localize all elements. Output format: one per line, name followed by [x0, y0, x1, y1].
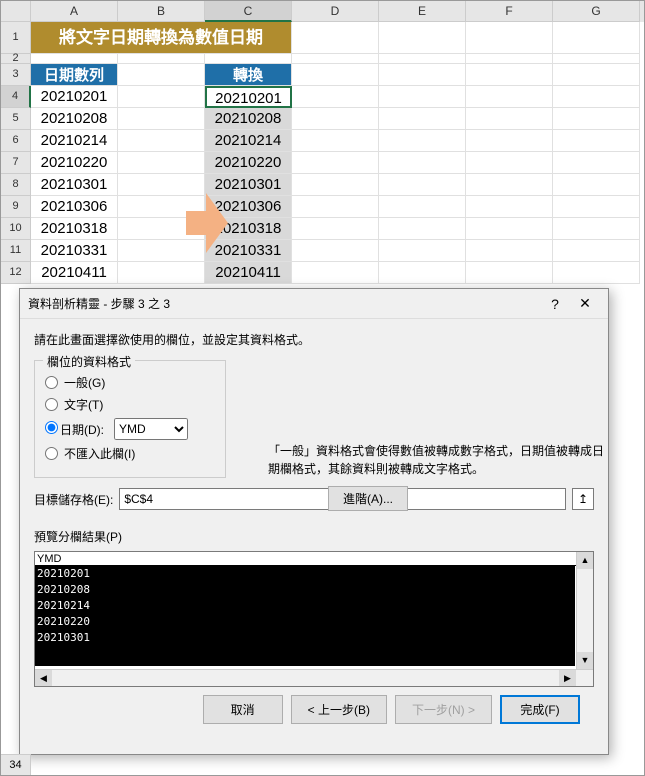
- row-header-4[interactable]: 4: [1, 86, 31, 108]
- row-4: 42021020120210201: [1, 86, 644, 108]
- cell-c4[interactable]: 20210201: [205, 86, 292, 108]
- fieldset-legend: 欄位的資料格式: [43, 353, 135, 370]
- radio-skip[interactable]: 不匯入此欄(I): [45, 445, 215, 462]
- radio-date[interactable]: 日期(D):: [45, 421, 104, 438]
- cell-a6[interactable]: 20210214: [31, 130, 118, 152]
- preview-col-header[interactable]: YMD: [35, 552, 593, 566]
- row-10: 102021031820210318: [1, 218, 644, 240]
- cell-a4[interactable]: 20210201: [31, 86, 118, 108]
- target-label: 目標儲存格(E):: [34, 491, 113, 508]
- col-header-f[interactable]: F: [466, 1, 553, 22]
- advanced-button[interactable]: 進階(A)...: [328, 486, 408, 511]
- scroll-left-icon[interactable]: ◀: [35, 670, 52, 687]
- date-format-select[interactable]: YMD: [114, 418, 188, 440]
- next-button: 下一步(N) >: [395, 695, 492, 724]
- row-header-9[interactable]: 9: [1, 196, 31, 218]
- spreadsheet: A B C D E F G 1 將文字日期轉換為數值日期 2 3 日期數列 轉換…: [1, 1, 644, 284]
- cell-a9[interactable]: 20210306: [31, 196, 118, 218]
- row-header-12[interactable]: 12: [1, 262, 31, 284]
- row-header-5[interactable]: 5: [1, 108, 31, 130]
- col-header-b[interactable]: B: [118, 1, 205, 22]
- col-header-e[interactable]: E: [379, 1, 466, 22]
- col-header-d[interactable]: D: [292, 1, 379, 22]
- row-header-3[interactable]: 3: [1, 64, 31, 86]
- dialog-title: 資料剖析精靈 - 步驟 3 之 3: [28, 295, 540, 312]
- format-info: 「一般」資料格式會使得數值被轉成數字格式，日期值被轉成日期欄格式，其餘資料則被轉…: [268, 442, 608, 511]
- preview-data: 2021020120210208202102142021022020210301: [35, 566, 575, 666]
- row-12: 122021041120210411: [1, 262, 644, 284]
- cancel-button[interactable]: 取消: [203, 695, 283, 724]
- close-button[interactable]: ✕: [570, 295, 600, 312]
- col-header-c[interactable]: C: [205, 1, 292, 22]
- title-banner: 將文字日期轉換為數值日期: [31, 22, 292, 54]
- cell-a11[interactable]: 20210331: [31, 240, 118, 262]
- row-header-11[interactable]: 11: [1, 240, 31, 262]
- row-1: 1 將文字日期轉換為數值日期: [1, 22, 644, 54]
- row-header-7[interactable]: 7: [1, 152, 31, 174]
- row-header-10[interactable]: 10: [1, 218, 31, 240]
- row-header-6[interactable]: 6: [1, 130, 31, 152]
- radio-general[interactable]: 一般(G): [45, 374, 215, 391]
- scroll-down-icon[interactable]: ▼: [577, 652, 593, 669]
- scroll-right-icon[interactable]: ▶: [559, 670, 576, 687]
- col-header-a[interactable]: A: [31, 1, 118, 22]
- scrollbar-vertical[interactable]: ▲ ▼: [576, 552, 593, 669]
- row-9: 92021030620210306: [1, 196, 644, 218]
- preview-box: YMD 202102012021020820210214202102202021…: [34, 551, 594, 687]
- cell-c5[interactable]: 20210208: [205, 108, 292, 130]
- column-headers: A B C D E F G: [1, 1, 644, 22]
- row-11: 112021033120210331: [1, 240, 644, 262]
- row-header-8[interactable]: 8: [1, 174, 31, 196]
- cell-a12[interactable]: 20210411: [31, 262, 118, 284]
- cell-a7[interactable]: 20210220: [31, 152, 118, 174]
- finish-button[interactable]: 完成(F): [500, 695, 580, 724]
- col-header-g[interactable]: G: [553, 1, 640, 22]
- select-all-corner[interactable]: [1, 1, 31, 22]
- help-button[interactable]: ?: [540, 296, 570, 312]
- row-header-2[interactable]: 2: [1, 54, 31, 64]
- text-wizard-dialog: 資料剖析精靈 - 步驟 3 之 3 ? ✕ 請在此畫面選擇欲使用的欄位，並設定其…: [19, 288, 609, 755]
- row-2: 2: [1, 54, 644, 64]
- cell-c12[interactable]: 20210411: [205, 262, 292, 284]
- header-a[interactable]: 日期數列: [31, 64, 118, 86]
- row-5: 52021020820210208: [1, 108, 644, 130]
- cell-a5[interactable]: 20210208: [31, 108, 118, 130]
- row-header-1[interactable]: 1: [1, 22, 31, 54]
- cell-a8[interactable]: 20210301: [31, 174, 118, 196]
- cell-c7[interactable]: 20210220: [205, 152, 292, 174]
- scroll-up-icon[interactable]: ▲: [577, 552, 593, 569]
- scrollbar-horizontal[interactable]: ◀ ▶: [35, 669, 593, 686]
- row-8: 82021030120210301: [1, 174, 644, 196]
- format-fieldset: 欄位的資料格式 一般(G) 文字(T) 日期(D): YMD 不匯入此欄(I): [34, 360, 226, 478]
- row-7: 72021022020210220: [1, 152, 644, 174]
- row-3: 3 日期數列 轉換: [1, 64, 644, 86]
- radio-text[interactable]: 文字(T): [45, 396, 215, 413]
- row-6: 62021021420210214: [1, 130, 644, 152]
- row-header-34[interactable]: 34: [1, 754, 31, 775]
- cell-a10[interactable]: 20210318: [31, 218, 118, 240]
- instruction-text: 請在此畫面選擇欲使用的欄位，並設定其資料格式。: [34, 331, 594, 348]
- preview-label: 預覽分欄結果(P): [34, 528, 594, 545]
- header-c[interactable]: 轉換: [205, 64, 292, 86]
- dialog-titlebar: 資料剖析精靈 - 步驟 3 之 3 ? ✕: [20, 289, 608, 319]
- arrow-icon: [186, 193, 226, 253]
- back-button[interactable]: < 上一步(B): [291, 695, 387, 724]
- cell-c6[interactable]: 20210214: [205, 130, 292, 152]
